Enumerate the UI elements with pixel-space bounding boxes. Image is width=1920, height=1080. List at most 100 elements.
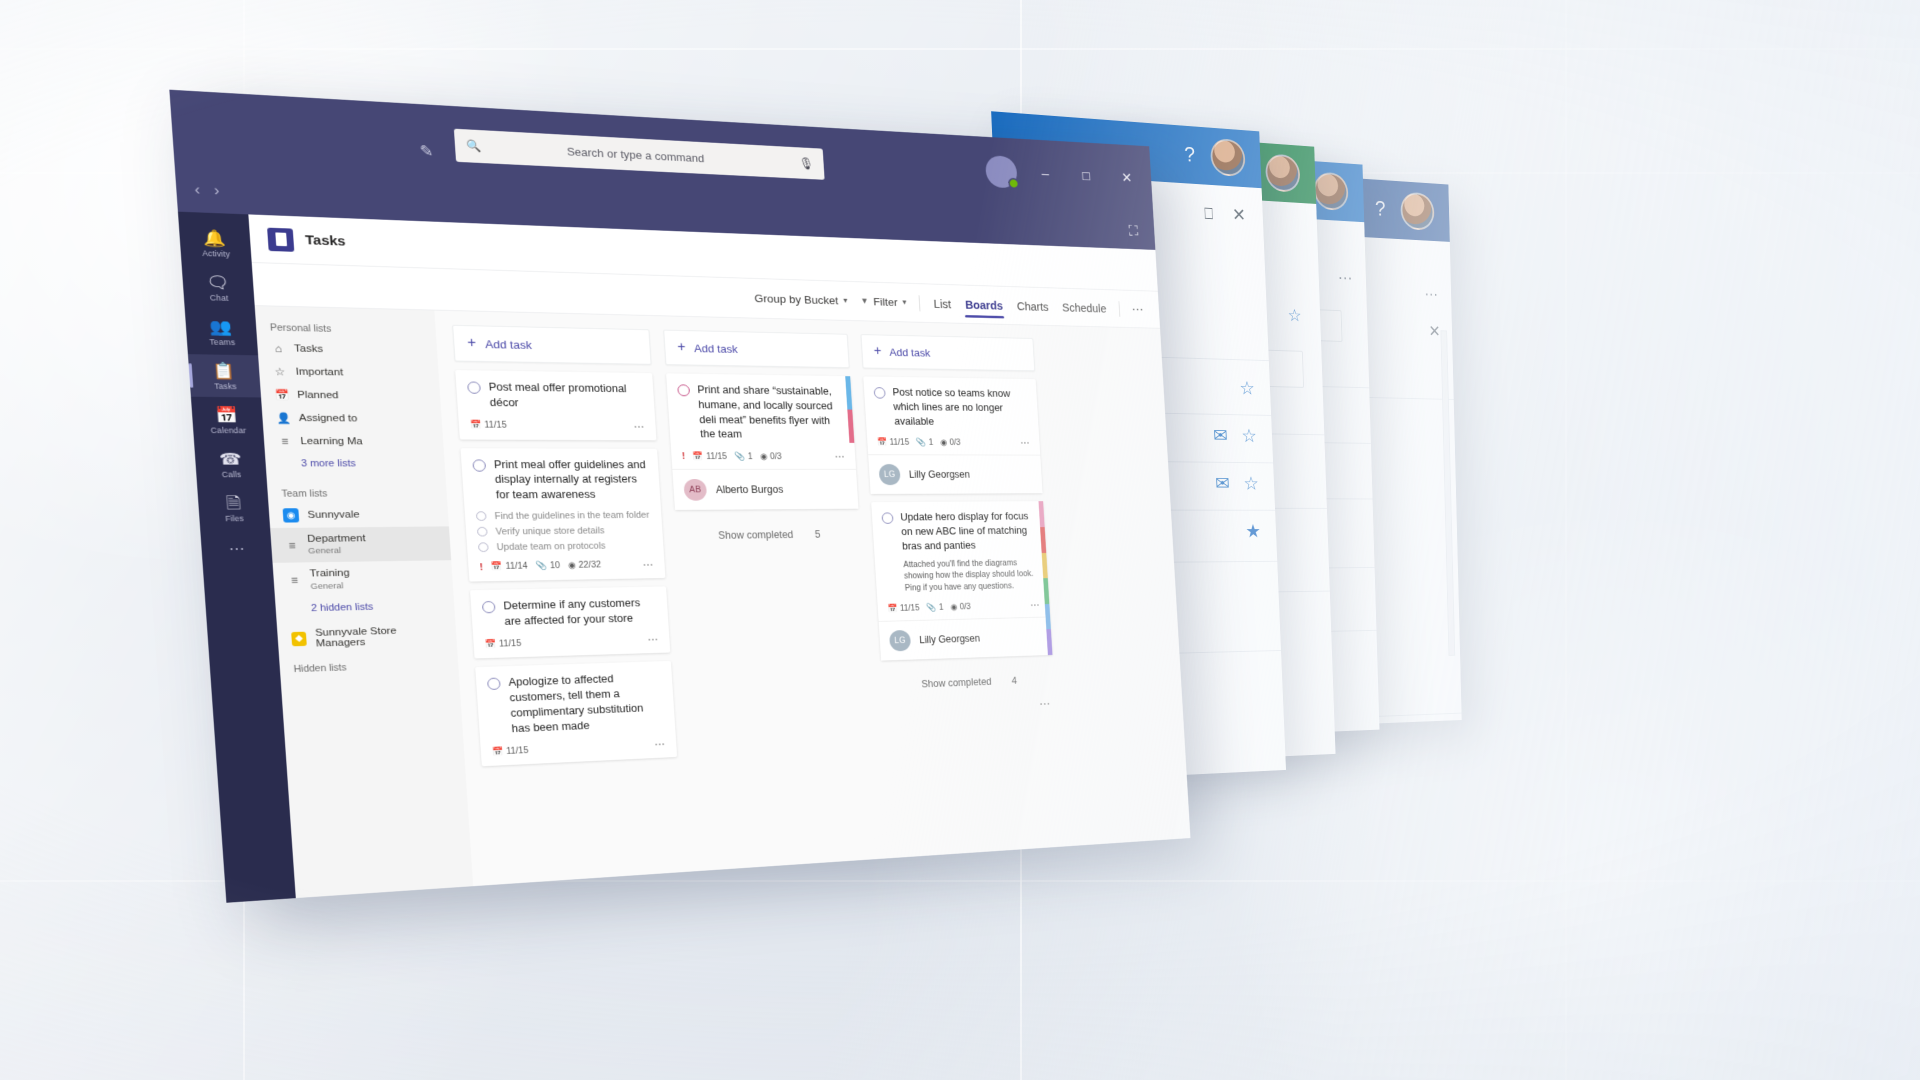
- card-more-icon[interactable]: ⋯: [1030, 599, 1041, 610]
- forward-button[interactable]: ›: [214, 183, 220, 199]
- complete-checkbox[interactable]: [873, 387, 886, 399]
- show-completed-row[interactable]: Show completed 5: [676, 517, 861, 547]
- subtask-item[interactable]: Update team on protocols: [477, 540, 653, 553]
- list-item-training[interactable]: ≡ Training General: [273, 560, 454, 598]
- list-item-department[interactable]: ≡ Department General: [270, 526, 452, 564]
- help-icon[interactable]: ?: [1184, 142, 1196, 167]
- show-completed-row[interactable]: Show completed 4: [882, 663, 1055, 696]
- task-assignee[interactable]: AB Alberto Burgos: [672, 468, 859, 511]
- complete-checkbox[interactable]: [481, 600, 496, 614]
- sidebar-item-activity[interactable]: 🔔 Activity: [179, 221, 252, 266]
- add-task-button[interactable]: + Add task: [663, 329, 850, 369]
- meet-now-icon[interactable]: ⛶: [1128, 222, 1138, 239]
- sidebar-item-files[interactable]: 🗎 Files: [197, 487, 270, 530]
- sidebar-item-calls[interactable]: ☎ Calls: [194, 443, 267, 485]
- subtask-item[interactable]: Find the guidelines in the team folder: [475, 510, 651, 522]
- task-card[interactable]: Apologize to affected customers, tell th…: [475, 661, 678, 767]
- avatar[interactable]: [1400, 191, 1435, 231]
- card-more-icon[interactable]: ⋯: [642, 559, 654, 571]
- sidebar-item-chat[interactable]: 🗨 Chat: [182, 265, 255, 309]
- mail-icon[interactable]: ✉: [1215, 474, 1230, 494]
- task-row[interactable]: ✉ ☆: [1213, 426, 1257, 447]
- complete-checkbox[interactable]: [475, 511, 487, 522]
- task-assignee[interactable]: LG Lilly Georgsen: [878, 616, 1053, 661]
- tab-charts[interactable]: Charts: [1015, 287, 1051, 326]
- tab-boards[interactable]: Boards: [963, 285, 1005, 324]
- avatar[interactable]: [1264, 153, 1301, 193]
- avatar[interactable]: [984, 155, 1020, 190]
- card-more-icon[interactable]: ⋯: [647, 634, 659, 646]
- more-icon[interactable]: ⋯: [1338, 269, 1353, 288]
- task-card[interactable]: Post meal offer promotional décor 📅 11/15…: [455, 370, 657, 440]
- microphone-icon[interactable]: 🎙: [798, 156, 814, 171]
- sidebar-item-teams[interactable]: 👥 Teams: [185, 310, 258, 354]
- list-item-learning[interactable]: ≡ Learning Ma: [263, 430, 444, 454]
- task-card[interactable]: Determine if any customers are affected …: [469, 586, 671, 659]
- complete-checkbox[interactable]: [881, 512, 894, 525]
- star-icon[interactable]: ☆: [1239, 379, 1255, 400]
- pop-out-icon[interactable]: ⎕: [1204, 205, 1214, 224]
- task-row[interactable]: ✉ ☆: [1215, 474, 1259, 494]
- subtask-item[interactable]: Verify unique store details: [476, 525, 652, 537]
- star-icon[interactable]: ☆: [1287, 306, 1301, 326]
- teams-window[interactable]: ✎ 🔍 Search or type a command 🎙 – □ ✕ ‹ ›…: [169, 89, 1191, 903]
- card-more-icon[interactable]: ⋯: [834, 451, 845, 462]
- complete-checkbox[interactable]: [487, 677, 501, 691]
- card-more-icon[interactable]: ⋯: [654, 738, 666, 750]
- star-icon[interactable]: ☆: [1241, 426, 1257, 446]
- close-icon[interactable]: ✕: [1232, 205, 1247, 227]
- complete-checkbox[interactable]: [476, 527, 488, 537]
- maximize-button[interactable]: □: [1073, 168, 1100, 185]
- minimize-button[interactable]: –: [1032, 166, 1059, 183]
- filter-dropdown[interactable]: ▼ Filter ▾: [860, 295, 907, 309]
- divider: [1118, 300, 1121, 317]
- avatar[interactable]: [1313, 171, 1349, 212]
- add-task-button[interactable]: + Add task: [860, 334, 1036, 372]
- bucket-more-icon[interactable]: ⋯: [884, 697, 1056, 718]
- task-row[interactable]: ☆: [1239, 379, 1255, 400]
- complete-checkbox[interactable]: [467, 381, 481, 394]
- sidebar-item-tasks[interactable]: 📋 Tasks: [187, 354, 262, 398]
- team-lists-header: Team lists: [281, 488, 328, 500]
- checklist-progress: 22/32: [578, 560, 602, 571]
- add-task-button[interactable]: + Add task: [452, 324, 652, 365]
- card-more-icon[interactable]: ⋯: [633, 420, 645, 432]
- star-icon[interactable]: ☆: [1243, 474, 1259, 494]
- zoom-level[interactable]: 100%: [1414, 726, 1442, 728]
- complete-checkbox[interactable]: [677, 384, 691, 397]
- sidebar-item-calendar[interactable]: 📅 Calendar: [191, 399, 264, 442]
- task-card[interactable]: Update hero display for focus on new ABC…: [871, 501, 1053, 661]
- list-item-assigned-to[interactable]: 👤 Assigned to: [262, 406, 443, 430]
- checklist-icon: ◉: [940, 438, 948, 448]
- close-icon[interactable]: ✕: [1428, 322, 1440, 341]
- complete-checkbox[interactable]: [472, 459, 487, 472]
- back-button[interactable]: ‹: [194, 182, 201, 199]
- card-more-icon[interactable]: ⋯: [1020, 437, 1031, 448]
- avatar[interactable]: [1209, 137, 1246, 178]
- search-input[interactable]: 🔍 Search or type a command 🎙: [453, 128, 825, 180]
- more-options-icon[interactable]: ⋯: [1131, 301, 1145, 317]
- task-card[interactable]: Print meal offer guidelines and display …: [460, 447, 666, 582]
- star-icon[interactable]: ★: [1245, 522, 1261, 542]
- list-item-important[interactable]: ☆ Important: [258, 360, 439, 386]
- task-assignee[interactable]: LG Lilly Georgsen: [868, 454, 1043, 495]
- list-item-tasks[interactable]: ⌂ Tasks: [257, 337, 438, 363]
- help-icon[interactable]: ?: [1375, 196, 1386, 221]
- close-button[interactable]: ✕: [1114, 170, 1140, 187]
- list-item-store-managers[interactable]: ◆ Sunnyvale Store Managers: [277, 619, 458, 655]
- task-card[interactable]: Post notice so teams know which lines ar…: [863, 376, 1043, 495]
- task-card[interactable]: Print and share “sustainable, humane, an…: [666, 373, 859, 511]
- more-apps-icon[interactable]: ⋯: [228, 531, 246, 567]
- list-item-sunnyvale[interactable]: ◉ Sunnyvale: [268, 502, 449, 528]
- complete-checkbox[interactable]: [477, 542, 489, 553]
- mail-icon[interactable]: ✉: [1213, 426, 1228, 447]
- compose-icon[interactable]: ✎: [419, 143, 434, 161]
- task-row[interactable]: ★: [1245, 522, 1261, 542]
- more-icon[interactable]: ⋯: [1424, 285, 1438, 304]
- more-lists-link[interactable]: 3 more lists: [265, 453, 446, 478]
- group-by-dropdown[interactable]: Group by Bucket ▾: [754, 292, 848, 307]
- tab-schedule[interactable]: Schedule: [1060, 288, 1108, 327]
- tab-list[interactable]: List: [932, 284, 953, 323]
- list-item-planned[interactable]: 📅 Planned: [260, 383, 441, 408]
- scrollbar[interactable]: [1440, 330, 1456, 656]
